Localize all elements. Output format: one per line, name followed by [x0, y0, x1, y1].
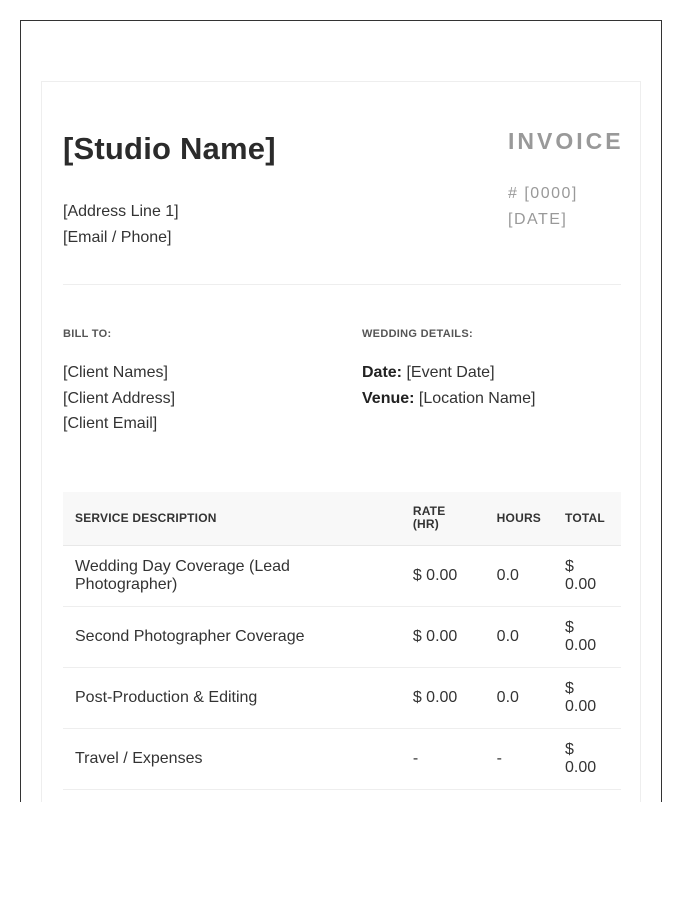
row-description: Second Photographer Coverage: [63, 606, 401, 668]
row-description: Post-Production & Editing: [63, 667, 401, 729]
client-address: [Client Address]: [63, 389, 176, 407]
invoice-document: [Studio Name] [Address Line 1] [Email / …: [41, 81, 641, 802]
venue-line: Venue: [Location Name]: [362, 386, 535, 412]
event-date-label: Date:: [362, 364, 403, 381]
table-header-row: SERVICE DESCRIPTION RATE (HR) HOURS TOTA…: [63, 492, 621, 546]
row-hours: 0.0: [484, 606, 554, 668]
invoice-number: # [0000]: [508, 185, 578, 202]
header-hours: HOURS: [484, 492, 554, 546]
page-frame: [Studio Name] [Address Line 1] [Email / …: [20, 20, 662, 802]
row-total-amount: 0.00: [565, 758, 597, 776]
row-total-symbol: $: [565, 557, 574, 575]
row-total-amount: 0.00: [565, 575, 597, 593]
row-total-amount: 0.00: [565, 697, 597, 715]
venue-label: Venue:: [362, 389, 415, 407]
row-total: $ 0.00: [553, 606, 621, 668]
row-total-symbol: $: [565, 740, 574, 758]
row-hours: -: [484, 728, 554, 790]
table-row: Post-Production & Editing $ 0.00 0.0 $ 0…: [63, 667, 621, 729]
row-description: Travel / Expenses: [63, 728, 401, 790]
venue-value: [Location Name]: [418, 389, 536, 407]
wedding-details-label: WEDDING DETAILS:: [362, 328, 473, 340]
client-email: [Client Email]: [63, 415, 158, 432]
row-rate: $ 0.00: [400, 606, 485, 668]
invoice-meta: # [0000] [DATE]: [508, 181, 578, 233]
row-rate: -: [400, 728, 485, 790]
row-total: $ 0.00: [553, 667, 621, 729]
studio-contact: [Email / Phone]: [63, 229, 172, 246]
row-hours: 0.0: [484, 545, 554, 607]
header-rate: RATE (HR): [400, 492, 485, 546]
bill-to-block: [Client Names] [Client Address] [Client …: [63, 360, 175, 437]
invoice-date: [DATE]: [508, 211, 568, 228]
event-date-value: [Event Date]: [406, 364, 495, 381]
row-total-symbol: $: [565, 618, 574, 636]
event-date-line: Date: [Event Date]: [362, 360, 535, 386]
header-divider: [63, 284, 621, 285]
table-row: Travel / Expenses - - $ 0.00: [63, 728, 621, 790]
bill-to-label: BILL TO:: [63, 328, 112, 340]
studio-address-block: [Address Line 1] [Email / Phone]: [63, 199, 179, 251]
studio-name: [Studio Name]: [63, 131, 276, 166]
header-total: TOTAL: [553, 492, 621, 546]
table-row: Second Photographer Coverage $ 0.00 0.0 …: [63, 606, 621, 668]
row-rate: $ 0.00: [400, 545, 485, 607]
row-total: $ 0.00: [553, 728, 621, 790]
table-row: Wedding Day Coverage (Lead Photographer)…: [63, 545, 621, 607]
services-table: SERVICE DESCRIPTION RATE (HR) HOURS TOTA…: [63, 492, 621, 790]
row-total-amount: 0.00: [565, 636, 597, 654]
header-service-description: SERVICE DESCRIPTION: [63, 492, 401, 546]
studio-address-line: [Address Line 1]: [63, 203, 179, 220]
wedding-details-block: Date: [Event Date] Venue: [Location Name…: [362, 360, 535, 411]
row-total: $ 0.00: [553, 545, 621, 607]
client-names: [Client Names]: [63, 364, 168, 381]
row-rate: $ 0.00: [400, 667, 485, 729]
row-hours: 0.0: [484, 667, 554, 729]
invoice-title: INVOICE: [508, 128, 624, 154]
row-total-symbol: $: [565, 679, 574, 697]
row-description: Wedding Day Coverage (Lead Photographer): [63, 545, 401, 607]
